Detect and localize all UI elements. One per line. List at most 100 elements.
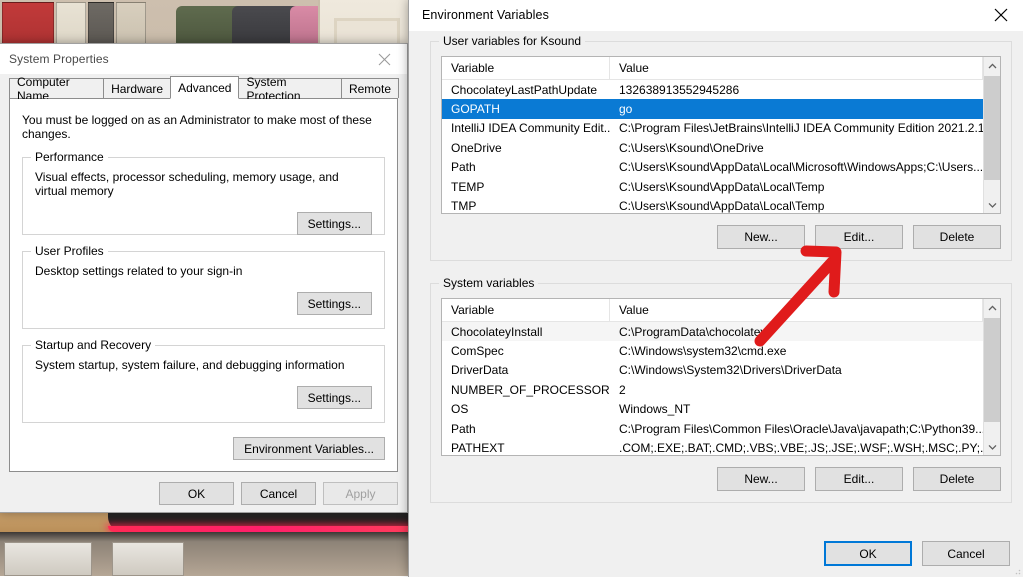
system-variables-listview[interactable]: Variable Value ChocolateyInstall C:\Prog… [441, 298, 1001, 456]
user-variables-listview-main: Variable Value ChocolateyLastPathUpdate … [442, 57, 983, 213]
table-row[interactable]: Path C:\Users\Ksound\AppData\Local\Micro… [442, 158, 983, 177]
tab-label: Advanced [178, 81, 231, 95]
system-variables-header-row: Variable Value [442, 299, 983, 322]
startup-recovery-button-row: Settings... [35, 386, 372, 409]
user-new-button[interactable]: New... [717, 225, 805, 249]
close-icon[interactable] [978, 0, 1023, 31]
scrollbar-thumb[interactable] [984, 76, 1000, 180]
user-profiles-group: User Profiles Desktop settings related t… [22, 251, 385, 329]
column-header-value[interactable]: Value [610, 57, 983, 79]
close-icon[interactable] [362, 44, 407, 74]
environment-variables-body: User variables for Ksound Variable Value… [409, 31, 1023, 503]
performance-button-row: Settings... [35, 212, 372, 235]
user-variables-rows: ChocolateyLastPathUpdate 132638913552945… [442, 80, 983, 213]
performance-group: Performance Visual effects, processor sc… [22, 157, 385, 235]
performance-description: Visual effects, processor scheduling, me… [35, 170, 372, 198]
cell-variable: ChocolateyInstall [442, 325, 610, 339]
cell-value: 132638913552945286 [610, 83, 983, 97]
tab-hardware[interactable]: Hardware [103, 78, 171, 98]
user-variables-legend: User variables for Ksound [439, 34, 585, 48]
cancel-button[interactable]: Cancel [922, 541, 1010, 566]
cell-value: C:\Users\Ksound\AppData\Local\Temp [610, 199, 983, 213]
table-row[interactable]: DriverData C:\Windows\System32\Drivers\D… [442, 361, 983, 380]
cell-value: Windows_NT [610, 402, 983, 416]
apply-button: Apply [323, 482, 398, 505]
scroll-up-icon[interactable] [984, 299, 1000, 316]
wallpaper-floor [0, 532, 410, 576]
environment-variables-button[interactable]: Environment Variables... [233, 437, 385, 460]
cell-value: C:\Windows\System32\Drivers\DriverData [610, 363, 983, 377]
column-header-variable[interactable]: Variable [442, 57, 610, 79]
cell-value: 2 [610, 383, 983, 397]
system-edit-button[interactable]: Edit... [815, 467, 903, 491]
system-properties-footer: OK Cancel Apply [159, 482, 398, 505]
tab-computer-name[interactable]: Computer Name [9, 78, 104, 98]
tab-label: Hardware [111, 82, 163, 96]
scrollbar-track[interactable] [984, 316, 1000, 438]
table-row[interactable]: ChocolateyInstall C:\ProgramData\chocola… [442, 322, 983, 341]
resize-grip-icon[interactable] [1011, 565, 1021, 575]
scrollbar-track[interactable] [984, 74, 1000, 196]
user-profiles-settings-button[interactable]: Settings... [297, 292, 372, 315]
user-variables-scrollbar[interactable] [983, 57, 1000, 213]
ok-button[interactable]: OK [159, 482, 234, 505]
cell-variable: IntelliJ IDEA Community Edit... [442, 121, 610, 135]
system-properties-titlebar: System Properties [0, 44, 407, 74]
ok-button[interactable]: OK [824, 541, 912, 566]
cell-variable: ChocolateyLastPathUpdate [442, 83, 610, 97]
environment-variables-dialog: Environment Variables User variables for… [408, 0, 1023, 577]
cell-value: C:\Program Files\Common Files\Oracle\Jav… [610, 422, 983, 436]
cell-variable: TEMP [442, 180, 610, 194]
scroll-down-icon[interactable] [984, 196, 1000, 213]
cell-value: C:\ProgramData\chocolatey [610, 325, 983, 339]
table-row[interactable]: TEMP C:\Users\Ksound\AppData\Local\Temp [442, 177, 983, 196]
tab-system-protection[interactable]: System Protection [238, 78, 341, 98]
system-variables-scrollbar[interactable] [983, 299, 1000, 455]
system-variables-legend: System variables [439, 276, 538, 290]
user-profiles-description: Desktop settings related to your sign-in [35, 264, 372, 278]
table-row[interactable]: PATHEXT .COM;.EXE;.BAT;.CMD;.VBS;.VBE;.J… [442, 438, 983, 455]
system-delete-button[interactable]: Delete [913, 467, 1001, 491]
system-properties-tabstrip: Computer Name Hardware Advanced System P… [9, 77, 398, 99]
scroll-up-icon[interactable] [984, 57, 1000, 74]
column-header-variable[interactable]: Variable [442, 299, 610, 321]
table-row[interactable]: NUMBER_OF_PROCESSORS 2 [442, 380, 983, 399]
environment-variables-title: Environment Variables [409, 8, 549, 22]
user-profiles-group-legend: User Profiles [31, 244, 108, 258]
cell-value: C:\Users\Ksound\OneDrive [610, 141, 983, 155]
cell-variable: OneDrive [442, 141, 610, 155]
user-edit-button[interactable]: Edit... [815, 225, 903, 249]
user-variables-group: User variables for Ksound Variable Value… [430, 41, 1012, 261]
performance-group-legend: Performance [31, 150, 108, 164]
cell-variable: ComSpec [442, 344, 610, 358]
cell-value: C:\Users\Ksound\AppData\Local\Temp [610, 180, 983, 194]
table-row[interactable]: ChocolateyLastPathUpdate 132638913552945… [442, 80, 983, 99]
table-row[interactable]: OS Windows_NT [442, 400, 983, 419]
user-delete-button[interactable]: Delete [913, 225, 1001, 249]
user-profiles-button-row: Settings... [35, 292, 372, 315]
startup-recovery-settings-button[interactable]: Settings... [297, 386, 372, 409]
table-row[interactable]: TMP C:\Users\Ksound\AppData\Local\Temp [442, 196, 983, 213]
cell-value: C:\Users\Ksound\AppData\Local\Microsoft\… [610, 160, 983, 174]
scroll-down-icon[interactable] [984, 438, 1000, 455]
table-row[interactable]: OneDrive C:\Users\Ksound\OneDrive [442, 138, 983, 157]
system-new-button[interactable]: New... [717, 467, 805, 491]
cell-variable: TMP [442, 199, 610, 213]
user-variables-listview[interactable]: Variable Value ChocolateyLastPathUpdate … [441, 56, 1001, 214]
environment-variables-button-row: Environment Variables... [22, 437, 385, 460]
scrollbar-thumb[interactable] [984, 318, 1000, 422]
performance-settings-button[interactable]: Settings... [297, 212, 372, 235]
system-variables-rows: ChocolateyInstall C:\ProgramData\chocola… [442, 322, 983, 455]
cancel-button[interactable]: Cancel [241, 482, 316, 505]
cell-value: C:\Windows\system32\cmd.exe [610, 344, 983, 358]
tab-label: Remote [349, 82, 391, 96]
wallpaper-floor-item [4, 542, 92, 576]
tab-remote[interactable]: Remote [341, 78, 399, 98]
tab-advanced[interactable]: Advanced [170, 76, 239, 99]
table-row-selected[interactable]: GOPATH go [442, 99, 983, 118]
table-row[interactable]: ComSpec C:\Windows\system32\cmd.exe [442, 341, 983, 360]
table-row[interactable]: Path C:\Program Files\Common Files\Oracl… [442, 419, 983, 438]
environment-variables-footer: OK Cancel [824, 541, 1010, 566]
column-header-value[interactable]: Value [610, 299, 983, 321]
table-row[interactable]: IntelliJ IDEA Community Edit... C:\Progr… [442, 119, 983, 138]
